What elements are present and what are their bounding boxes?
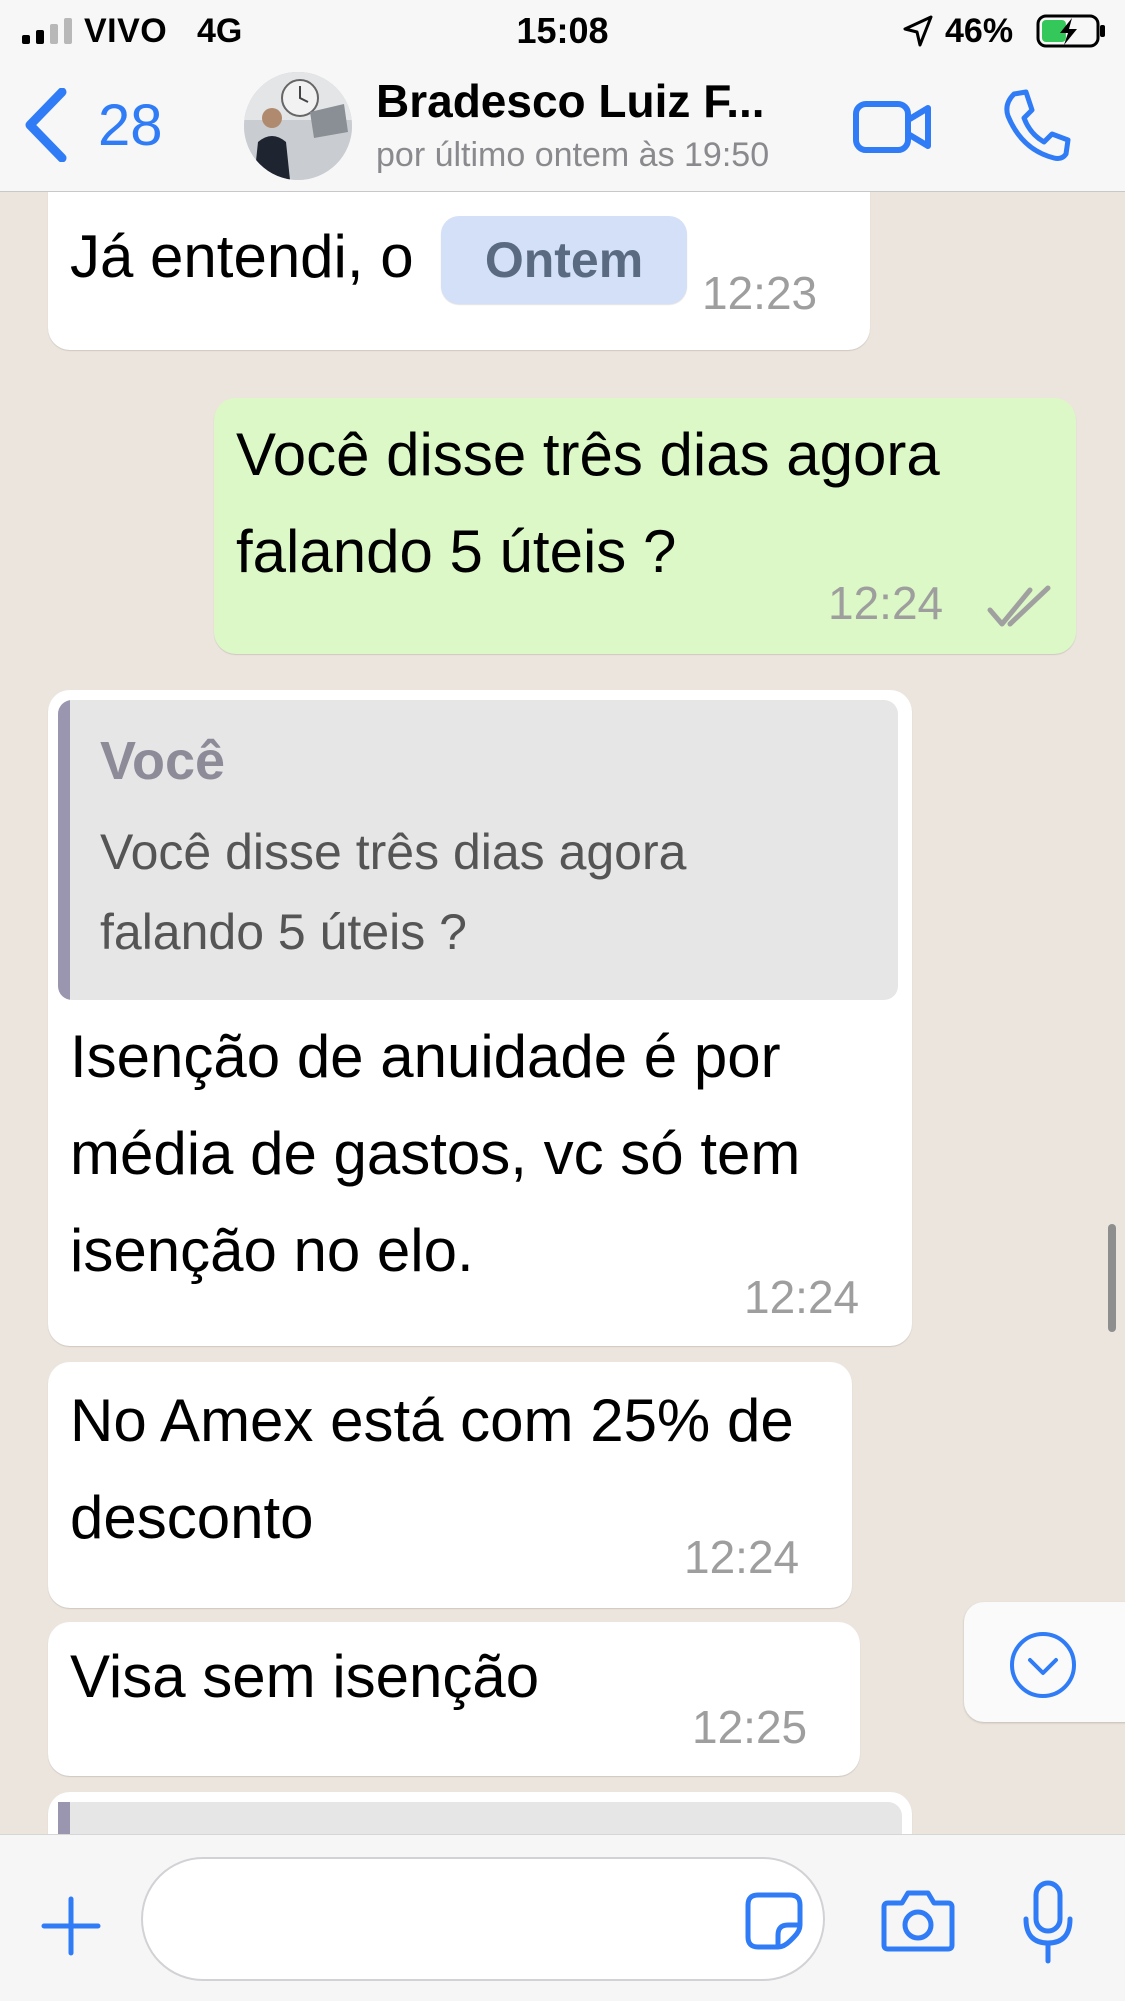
plus-icon[interactable] bbox=[40, 1895, 102, 1957]
message-text: Isenção de anuidade é por média de gasto… bbox=[70, 1023, 801, 1284]
battery-percentage: 46% bbox=[945, 12, 1014, 50]
message-bubble-outgoing[interactable]: Você disse três dias agora falando 5 úte… bbox=[214, 398, 1076, 654]
quote-author: Você bbox=[100, 731, 226, 791]
message-time: 12:24 bbox=[684, 1531, 800, 1583]
chevron-down-circle-icon bbox=[1010, 1632, 1076, 1698]
sticker-icon[interactable] bbox=[744, 1891, 804, 1951]
quoted-message[interactable]: Você Você disse três dias agora falando … bbox=[58, 700, 898, 1000]
message-time: 12:23 bbox=[702, 267, 818, 319]
message-time: 12:24 bbox=[744, 1271, 860, 1323]
message-input[interactable] bbox=[141, 1857, 825, 1981]
message-bubble-incoming-reply[interactable]: Você Você disse três dias agora falando … bbox=[48, 690, 912, 1346]
microphone-icon[interactable] bbox=[1020, 1879, 1076, 1965]
location-arrow-icon bbox=[903, 15, 933, 47]
message-bubble-incoming-partial[interactable] bbox=[48, 1792, 912, 1834]
scroll-indicator[interactable] bbox=[1108, 1224, 1116, 1332]
scroll-to-bottom-button[interactable] bbox=[964, 1602, 1125, 1722]
quote-accent-bar bbox=[58, 700, 70, 1000]
status-bar: VIVO 4G 15:08 46% bbox=[0, 0, 1125, 62]
message-bubble-incoming[interactable]: Visa sem isenção 12:25 bbox=[48, 1622, 860, 1776]
chevron-left-icon bbox=[25, 88, 67, 162]
message-time: 12:25 bbox=[692, 1701, 808, 1753]
message-text: Você disse três dias agora falando 5 úte… bbox=[236, 421, 940, 585]
message-list[interactable]: Já entendi, o 12:23 Ontem Você disse trê… bbox=[0, 192, 1125, 1834]
contact-avatar[interactable] bbox=[244, 72, 352, 180]
message-time: 12:24 bbox=[828, 577, 944, 629]
chat-header: 28 Bradesco Luiz F... por último ontem à… bbox=[0, 62, 1125, 192]
message-text: Já entendi, o bbox=[70, 223, 414, 290]
compose-bar bbox=[0, 1834, 1125, 2001]
message-bubble-incoming[interactable]: No Amex está com 25% de desconto 12:24 bbox=[48, 1362, 852, 1608]
double-check-icon bbox=[987, 585, 1051, 627]
unread-chats-count: 28 bbox=[98, 92, 163, 158]
contact-name[interactable]: Bradesco Luiz F... bbox=[376, 74, 806, 128]
battery-charging-icon bbox=[1036, 14, 1105, 48]
quote-text: Você disse três dias agora falando 5 úte… bbox=[100, 824, 687, 960]
message-text: Visa sem isenção bbox=[70, 1643, 540, 1710]
camera-icon[interactable] bbox=[880, 1887, 956, 1955]
quoted-message bbox=[58, 1802, 902, 1834]
quote-accent-bar bbox=[58, 1802, 70, 1834]
date-separator: Ontem bbox=[441, 216, 687, 304]
last-seen-status: por último ontem às 19:50 bbox=[376, 136, 770, 174]
back-button[interactable]: 28 bbox=[22, 88, 182, 162]
phone-icon[interactable] bbox=[1000, 88, 1072, 164]
video-call-icon[interactable] bbox=[852, 92, 932, 162]
